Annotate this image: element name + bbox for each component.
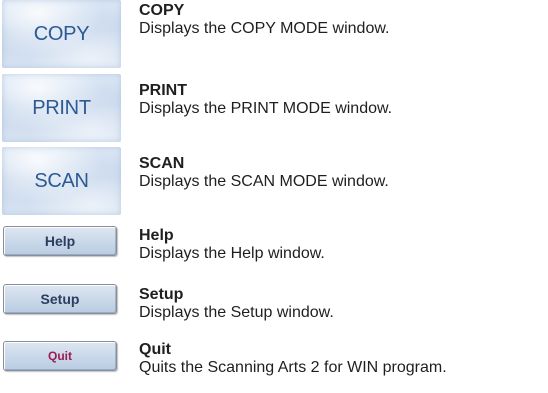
- setup-title: Setup: [139, 286, 184, 303]
- setup-button-label: Setup: [40, 291, 80, 307]
- copy-title: COPY: [139, 2, 185, 19]
- quit-description: Quit Quits the Scanning Arts 2 for WIN p…: [139, 341, 447, 377]
- copy-button[interactable]: COPY: [2, 0, 121, 68]
- setup-text: Displays the Setup window.: [139, 304, 334, 321]
- copy-button-label: COPY: [33, 22, 90, 45]
- scan-description: SCAN Displays the SCAN MODE window.: [139, 155, 389, 191]
- print-button-label: PRINT: [32, 96, 91, 119]
- quit-text: Quits the Scanning Arts 2 for WIN progra…: [139, 359, 447, 376]
- print-button[interactable]: PRINT: [2, 74, 121, 142]
- help-button-label: Help: [44, 233, 76, 249]
- quit-title: Quit: [139, 341, 171, 358]
- help-description: Help Displays the Help window.: [139, 227, 325, 263]
- copy-text: Displays the COPY MODE window.: [139, 20, 390, 37]
- quit-button-label: Quit: [48, 349, 72, 363]
- copy-description: COPY Displays the COPY MODE window.: [139, 2, 389, 38]
- quit-button[interactable]: Quit: [3, 341, 117, 371]
- help-button[interactable]: Help: [3, 226, 117, 256]
- help-text: Displays the Help window.: [139, 245, 325, 262]
- scan-text: Displays the SCAN MODE window.: [139, 173, 389, 190]
- scan-button-label: SCAN: [34, 169, 89, 192]
- setup-button[interactable]: Setup: [3, 284, 117, 314]
- print-title: PRINT: [139, 82, 187, 99]
- print-text: Displays the PRINT MODE window.: [139, 100, 393, 117]
- scan-button[interactable]: SCAN: [2, 147, 121, 215]
- help-title: Help: [139, 227, 174, 244]
- scan-title: SCAN: [139, 155, 185, 172]
- print-description: PRINT Displays the PRINT MODE window.: [139, 82, 392, 118]
- setup-description: Setup Displays the Setup window.: [139, 286, 334, 322]
